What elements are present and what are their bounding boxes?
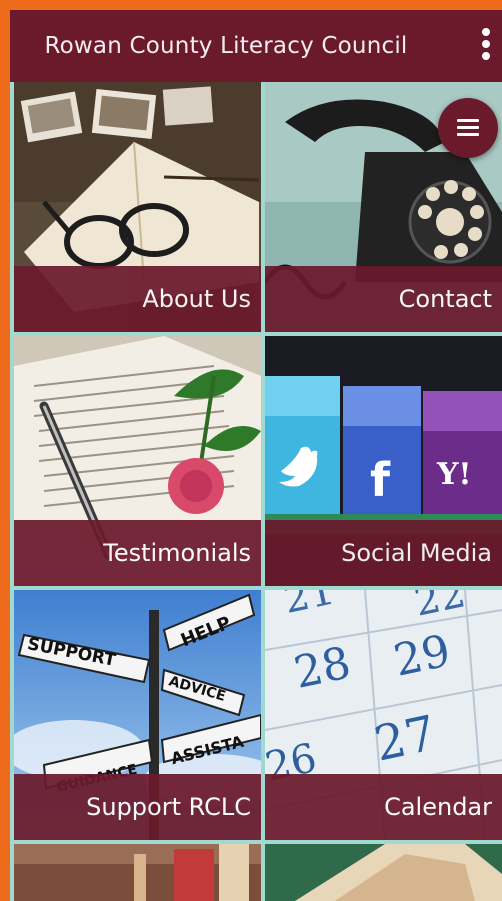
tile-partial-left[interactable] (14, 844, 261, 901)
tile-label: Testimonials (14, 520, 261, 586)
tile-calendar[interactable]: 21 22 28 29 27 26 Calendar (265, 590, 502, 840)
partial-photo-right (265, 844, 502, 901)
svg-text:f: f (370, 453, 391, 507)
more-vert-icon[interactable] (478, 28, 494, 66)
tile-label: Calendar (265, 774, 502, 840)
tile-social-media[interactable]: f Y! Social Media (265, 336, 502, 586)
tile-partial-right[interactable] (265, 844, 502, 901)
tile-support-rclc[interactable]: HELP SUPPORT ADVICE ASSISTA GUIDANCE Sup… (14, 590, 261, 840)
tile-testimonials[interactable]: Testimonials (14, 336, 261, 586)
tile-grid: About Us Contact Testimonials f Y! Socia… (10, 82, 502, 901)
tile-about-us[interactable]: About Us (14, 82, 261, 332)
partial-photo-left (14, 844, 261, 901)
app-frame: Rowan County Literacy Council About Us C… (0, 0, 502, 901)
tile-label: About Us (14, 266, 261, 332)
tile-label: Social Media (265, 520, 502, 586)
hamburger-menu-icon[interactable] (438, 98, 498, 158)
svg-text:Y!: Y! (436, 457, 472, 492)
app-bar: Rowan County Literacy Council (10, 10, 502, 82)
app-title: Rowan County Literacy Council (44, 33, 408, 59)
tile-label: Contact (265, 266, 502, 332)
tile-label: Support RCLC (14, 774, 261, 840)
